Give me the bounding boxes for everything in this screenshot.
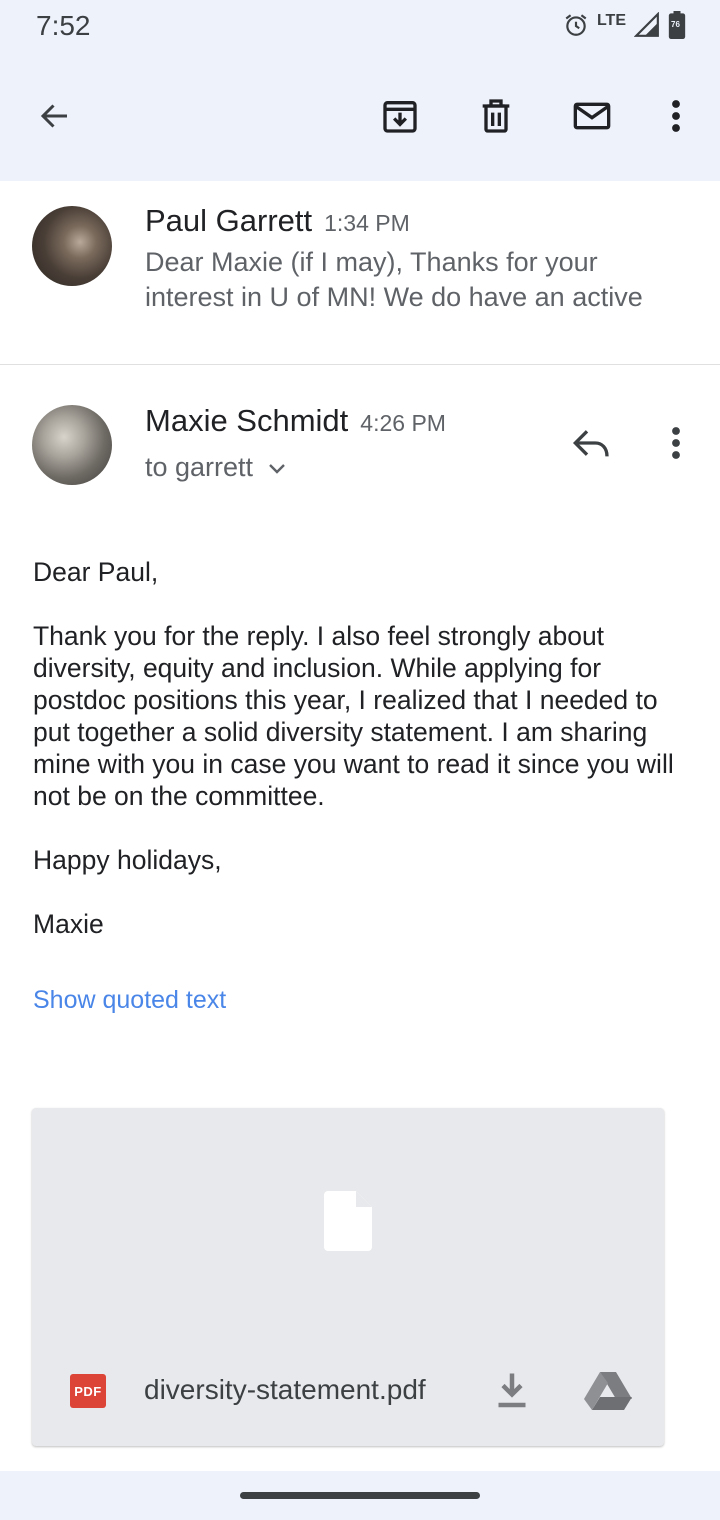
archive-button[interactable]: [376, 94, 424, 142]
signal-icon: [633, 11, 660, 43]
signature: Maxie: [33, 909, 104, 939]
show-quoted-text-link[interactable]: Show quoted text: [33, 986, 226, 1015]
app-toolbar: [0, 56, 720, 181]
status-time: 7:52: [36, 10, 91, 41]
status-bar: 7:52 LTE 76: [0, 0, 720, 56]
file-icon: [324, 1191, 372, 1256]
back-arrow-icon: [37, 98, 73, 139]
attachment-card[interactable]: PDF diversity-statement.pdf: [32, 1108, 664, 1446]
more-options-button[interactable]: [652, 94, 700, 142]
recipient-label: to garrett: [145, 452, 254, 482]
reply-icon: [572, 426, 612, 465]
message-time: 4:26 PM: [360, 410, 446, 436]
avatar: [32, 405, 112, 485]
mark-unread-button[interactable]: [568, 94, 616, 142]
mail-icon: [571, 96, 613, 141]
battery-level: 76: [671, 19, 680, 29]
reply-button[interactable]: [568, 421, 616, 469]
home-handle[interactable]: [240, 1492, 480, 1499]
message-more-button[interactable]: [652, 421, 700, 469]
back-button[interactable]: [31, 94, 79, 142]
avatar: [32, 206, 112, 286]
message-header: Maxie Schmidt 4:26 PM to garrett: [0, 365, 720, 515]
pdf-badge-icon: PDF: [70, 1374, 106, 1408]
sender-line: Maxie Schmidt 4:26 PM: [145, 403, 446, 439]
sender-name: Maxie Schmidt: [145, 403, 349, 438]
body-paragraph: Thank you for the reply. I also feel str…: [33, 621, 674, 811]
battery-icon: 76: [668, 10, 686, 44]
collapsed-message[interactable]: Paul Garrett 1:34 PM Dear Maxie (if I ma…: [0, 181, 720, 365]
gesture-nav-bar: [0, 1471, 720, 1520]
download-button[interactable]: [494, 1370, 530, 1415]
save-to-drive-button[interactable]: [584, 1370, 632, 1415]
message-time: 1:34 PM: [324, 210, 410, 236]
sender-name: Paul Garrett: [145, 203, 313, 238]
network-type-label: LTE: [596, 12, 626, 29]
more-vert-icon: [670, 425, 682, 466]
status-icons: LTE 76: [563, 10, 686, 44]
recipient-toggle[interactable]: to garrett: [145, 452, 287, 483]
message-body: Dear Paul, Thank you for the reply. I al…: [33, 556, 693, 972]
more-vert-icon: [670, 98, 682, 139]
attachment-filename: diversity-statement.pdf: [144, 1374, 426, 1405]
alarm-icon: [563, 12, 589, 43]
chevron-down-icon: [267, 452, 287, 483]
message-snippet: Dear Maxie (if I may), Thanks for your i…: [145, 247, 643, 312]
delete-button[interactable]: [472, 94, 520, 142]
archive-icon: [380, 96, 420, 141]
closing: Happy holidays,: [33, 845, 222, 875]
delete-icon: [476, 96, 516, 141]
greeting: Dear Paul,: [33, 557, 159, 587]
sender-line: Paul Garrett 1:34 PM: [145, 203, 410, 239]
